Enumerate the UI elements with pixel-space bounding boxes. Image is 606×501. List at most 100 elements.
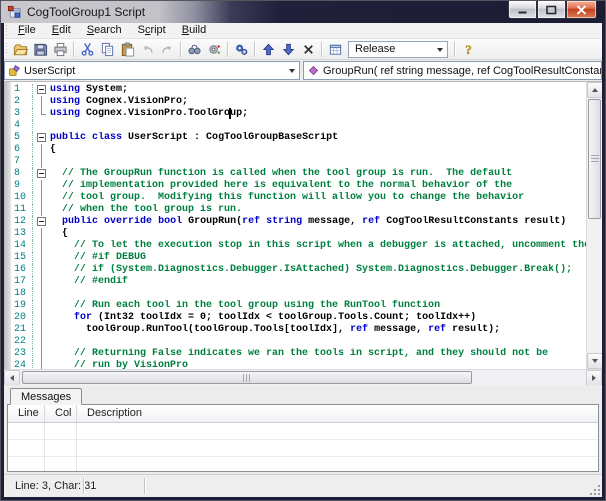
cut-button[interactable] — [77, 40, 97, 59]
code-line[interactable]: 1 using System; — [11, 84, 586, 96]
line-number: 12 — [11, 216, 33, 228]
toolbar-separator — [454, 41, 455, 57]
scroll-right-button[interactable] — [586, 370, 602, 385]
code-line[interactable]: 19 // Run each tool in the tool group us… — [11, 300, 586, 312]
code-line[interactable]: 12 public override bool GroupRun(ref str… — [11, 216, 586, 228]
check-script-button[interactable] — [204, 40, 224, 59]
code-line[interactable]: 16 // if (System.Diagnostics.Debugger.Is… — [11, 264, 586, 276]
fold-marker[interactable] — [33, 168, 50, 180]
fold-marker[interactable] — [33, 132, 50, 144]
code-line[interactable]: 20 for (Int32 toolIdx = 0; toolIdx < too… — [11, 312, 586, 324]
maximize-button[interactable] — [537, 1, 566, 19]
code-line[interactable]: 2 using Cognex.VisionPro; — [11, 96, 586, 108]
undo-icon — [143, 45, 152, 53]
triangle-down-icon — [592, 359, 598, 366]
redo-icon — [162, 45, 171, 53]
code-editor[interactable]: 1 using System; 2 using Cognex.VisionPro; 3 u… — [4, 81, 602, 385]
fold-margin — [33, 264, 50, 276]
title-bar: CogToolGroup1 Script — [1, 1, 605, 23]
collapse-box-icon[interactable] — [37, 217, 46, 226]
code-line[interactable]: 24 // run by VisionPro — [11, 360, 586, 369]
horizontal-scroll-thumb[interactable] — [22, 371, 472, 384]
code-lines[interactable]: 1 using System; 2 using Cognex.VisionPro; 3 u… — [11, 82, 586, 369]
toolbar-separator — [180, 41, 181, 57]
messages-list[interactable] — [8, 423, 598, 471]
move-down-button[interactable] — [278, 40, 298, 59]
tab-messages[interactable]: Messages — [10, 388, 83, 405]
copy-button[interactable] — [97, 40, 117, 59]
code-line[interactable]: 13 { — [11, 228, 586, 240]
collapse-box-icon[interactable] — [37, 133, 46, 142]
collapse-box-icon[interactable] — [37, 169, 46, 178]
line-number: 15 — [11, 252, 33, 264]
undo-button[interactable] — [137, 40, 157, 59]
triangle-left-icon — [7, 375, 14, 381]
line-number: 4 — [11, 120, 33, 132]
code-line[interactable]: 17 // #endif — [11, 276, 586, 288]
menu-bar: File Edit Search Script Build — [4, 23, 602, 39]
code-line[interactable]: 9 // implementation provided here is equ… — [11, 180, 586, 192]
class-selector-value: UserScript — [24, 64, 76, 77]
line-number: 22 — [11, 336, 33, 348]
line-number: 13 — [11, 228, 33, 240]
code-line[interactable]: 18 — [11, 288, 586, 300]
code-line[interactable]: 21 toolGroup.RunTool(toolGroup.Tools[too… — [11, 324, 586, 336]
collapse-box-icon[interactable] — [37, 85, 46, 94]
resize-grip[interactable] — [589, 484, 601, 496]
code-line[interactable]: 5 public class UserScript : CogToolGroupB… — [11, 132, 586, 144]
method-selector-value: GroupRun( ref string message, ref CogToo… — [323, 64, 602, 77]
menu-item-edit[interactable]: Edit — [44, 23, 79, 38]
find-icon — [187, 44, 201, 54]
method-icon — [308, 65, 319, 76]
code-line[interactable]: 10 // tool group. Modifying this functio… — [11, 192, 586, 204]
vertical-scroll-thumb[interactable] — [588, 99, 601, 219]
line-number: 14 — [11, 240, 33, 252]
menu-item-build[interactable]: Build — [174, 23, 214, 38]
help-button[interactable]: ? — [458, 40, 478, 59]
messages-panel: Line Col Description — [7, 404, 599, 472]
code-line[interactable]: 3 using Cognex.VisionPro.ToolGroup; — [11, 108, 586, 120]
code-line[interactable]: 6{ — [11, 144, 586, 156]
vertical-scrollbar[interactable] — [586, 82, 602, 369]
move-up-icon — [262, 43, 274, 55]
grid-icon — [329, 44, 341, 55]
fold-marker[interactable] — [33, 216, 50, 228]
code-line[interactable]: 23 // Returning False indicates we ran t… — [11, 348, 586, 360]
move-up-button[interactable] — [258, 40, 278, 59]
scroll-up-button[interactable] — [587, 82, 602, 98]
triangle-up-icon — [592, 85, 598, 92]
code-line[interactable]: 8 // The GroupRun function is called whe… — [11, 168, 586, 180]
paste-button[interactable] — [117, 40, 137, 59]
minimize-button[interactable] — [508, 1, 537, 19]
toolbar-separator — [227, 41, 228, 57]
method-selector[interactable]: GroupRun( ref string message, ref CogToo… — [303, 61, 602, 80]
code-line[interactable]: 14 // To let the execution stop in this … — [11, 240, 586, 252]
close-button[interactable] — [566, 1, 597, 19]
class-icon — [9, 65, 20, 76]
build-configuration-select[interactable]: Release — [348, 40, 448, 58]
code-line[interactable]: 15 // #if DEBUG — [11, 252, 586, 264]
build-button[interactable] — [231, 40, 251, 59]
line-number: 24 — [11, 360, 33, 369]
open-button[interactable] — [10, 40, 30, 59]
code-line[interactable]: 11 // when the tool group is run. — [11, 204, 586, 216]
code-line[interactable]: 4 — [11, 120, 586, 132]
horizontal-scrollbar[interactable] — [4, 369, 602, 385]
save-button[interactable] — [30, 40, 50, 59]
toolbar-separator — [73, 41, 74, 57]
menu-item-file[interactable]: File — [10, 23, 44, 38]
print-button[interactable] — [50, 40, 70, 59]
class-selector[interactable]: UserScript — [4, 61, 300, 80]
menu-item-search[interactable]: Search — [79, 23, 130, 38]
build-config-button[interactable] — [325, 40, 345, 59]
redo-button[interactable] — [157, 40, 177, 59]
delete-button[interactable] — [298, 40, 318, 59]
scroll-left-button[interactable] — [4, 370, 20, 385]
menu-item-script[interactable]: Script — [130, 23, 174, 38]
code-line[interactable]: 7 — [11, 156, 586, 168]
code-line[interactable]: 22 — [11, 336, 586, 348]
find-button[interactable] — [184, 40, 204, 59]
fold-marker[interactable] — [33, 84, 50, 96]
app-icon — [7, 5, 21, 18]
scroll-down-button[interactable] — [587, 353, 602, 369]
